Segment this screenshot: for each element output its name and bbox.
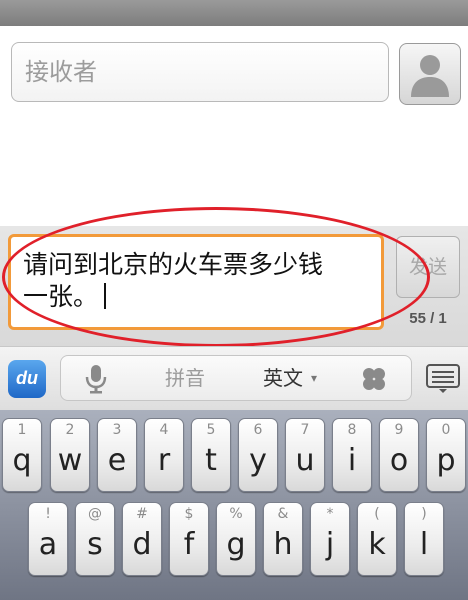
key-f[interactable]: $ f	[169, 502, 209, 576]
key-u[interactable]: 7u	[285, 418, 325, 492]
recipient-input[interactable]: 接收者	[11, 42, 389, 102]
key-i[interactable]: 8i	[332, 418, 372, 492]
key-y[interactable]: 6y	[238, 418, 278, 492]
message-text-line-2: 一张。	[23, 281, 371, 313]
key-d[interactable]: # d	[122, 502, 162, 576]
key-o[interactable]: 9o	[379, 418, 419, 492]
key-j[interactable]: * j	[310, 502, 350, 576]
contact-picker-button[interactable]	[399, 43, 461, 105]
key-r[interactable]: 4r	[144, 418, 184, 492]
key-k[interactable]: (k	[357, 502, 397, 576]
key-a[interactable]: ! a	[28, 502, 68, 576]
key-g[interactable]: % g	[216, 502, 256, 576]
status-bar	[0, 0, 468, 26]
send-button[interactable]: 发送	[396, 236, 460, 298]
key-p[interactable]: 0p	[426, 418, 466, 492]
chevron-down-icon: ▾	[311, 371, 318, 385]
message-text-line-1: 请问到北京的火车票多少钱	[23, 250, 324, 279]
key-t[interactable]: 5t	[191, 418, 231, 492]
ime-toolbar: du 拼音 英文 ▾	[0, 346, 468, 410]
contact-person-icon	[411, 55, 449, 97]
ime-english-mode[interactable]: 英文	[263, 356, 303, 400]
character-counter: 55 / 1	[409, 310, 447, 327]
keyboard-menu-icon[interactable]	[426, 364, 460, 398]
key-q[interactable]: 1q	[2, 418, 42, 492]
key-s[interactable]: @ s	[75, 502, 115, 576]
key-h[interactable]: & h	[263, 502, 303, 576]
ime-mode-selector: 拼音 英文 ▾	[60, 355, 412, 401]
clover-icon[interactable]	[361, 366, 387, 396]
ime-logo-button[interactable]: du	[8, 360, 46, 398]
recipient-area: 接收者	[0, 26, 468, 226]
compose-bar: 请问到北京的火车票多少钱 一张。 发送 55 / 1	[0, 226, 468, 346]
key-e[interactable]: 3e	[97, 418, 137, 492]
microphone-icon[interactable]	[85, 364, 107, 398]
message-input[interactable]: 请问到北京的火车票多少钱 一张。	[8, 234, 384, 330]
text-cursor	[104, 283, 107, 309]
ime-pinyin-mode[interactable]: 拼音	[165, 356, 205, 400]
soft-keyboard: 1q 2w 3e 4r 5t 6y 7u 8i 9o 0p ! a @ s # d $…	[0, 410, 468, 600]
key-l[interactable]: ) l	[404, 502, 444, 576]
key-w[interactable]: 2w	[50, 418, 90, 492]
